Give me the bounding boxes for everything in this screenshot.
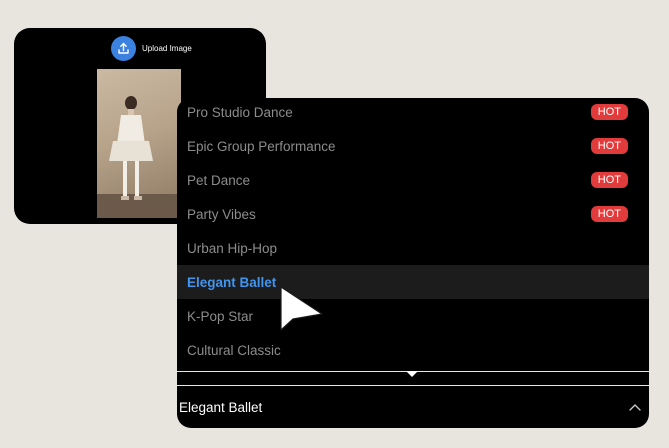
hot-badge: HOT bbox=[590, 138, 628, 154]
uploaded-photo bbox=[97, 69, 181, 218]
list-item[interactable]: Urban Hip-Hop bbox=[177, 231, 649, 265]
item-label: K-Pop Star bbox=[187, 308, 254, 324]
list-item[interactable]: Epic Group Performance HOT bbox=[177, 129, 649, 163]
list-item[interactable]: K-Pop Star bbox=[177, 299, 649, 333]
style-dropdown-panel: Pro Studio Dance HOT Epic Group Performa… bbox=[177, 98, 649, 428]
hot-badge: HOT bbox=[590, 172, 628, 188]
hot-badge: HOT bbox=[590, 104, 628, 120]
list-item[interactable]: Party Vibes HOT bbox=[177, 197, 649, 231]
chevron-up-icon bbox=[629, 404, 641, 411]
list-item[interactable]: Cultural Classic bbox=[177, 333, 649, 367]
upload-label: Upload Image bbox=[142, 44, 192, 53]
item-label: Cultural Classic bbox=[187, 342, 281, 358]
item-label: Pro Studio Dance bbox=[187, 104, 293, 120]
upload-icon bbox=[111, 36, 136, 61]
style-select[interactable]: Elegant Ballet bbox=[177, 386, 649, 428]
item-label: Party Vibes bbox=[187, 206, 256, 222]
caret-down-icon bbox=[406, 371, 418, 377]
item-label: Elegant Ballet bbox=[187, 274, 277, 290]
list-item[interactable]: Pro Studio Dance HOT bbox=[177, 98, 649, 129]
style-list[interactable]: Pro Studio Dance HOT Epic Group Performa… bbox=[177, 98, 649, 370]
selected-value: Elegant Ballet bbox=[179, 399, 263, 415]
hot-badge: HOT bbox=[590, 206, 628, 222]
item-label: Urban Hip-Hop bbox=[187, 240, 278, 256]
mouse-cursor-icon bbox=[280, 286, 323, 331]
list-item[interactable]: Pet Dance HOT bbox=[177, 163, 649, 197]
list-item-selected[interactable]: Elegant Ballet bbox=[177, 265, 649, 299]
upload-image-button[interactable]: Upload Image bbox=[111, 36, 192, 61]
item-label: Pet Dance bbox=[187, 172, 251, 188]
item-label: Epic Group Performance bbox=[187, 138, 336, 154]
